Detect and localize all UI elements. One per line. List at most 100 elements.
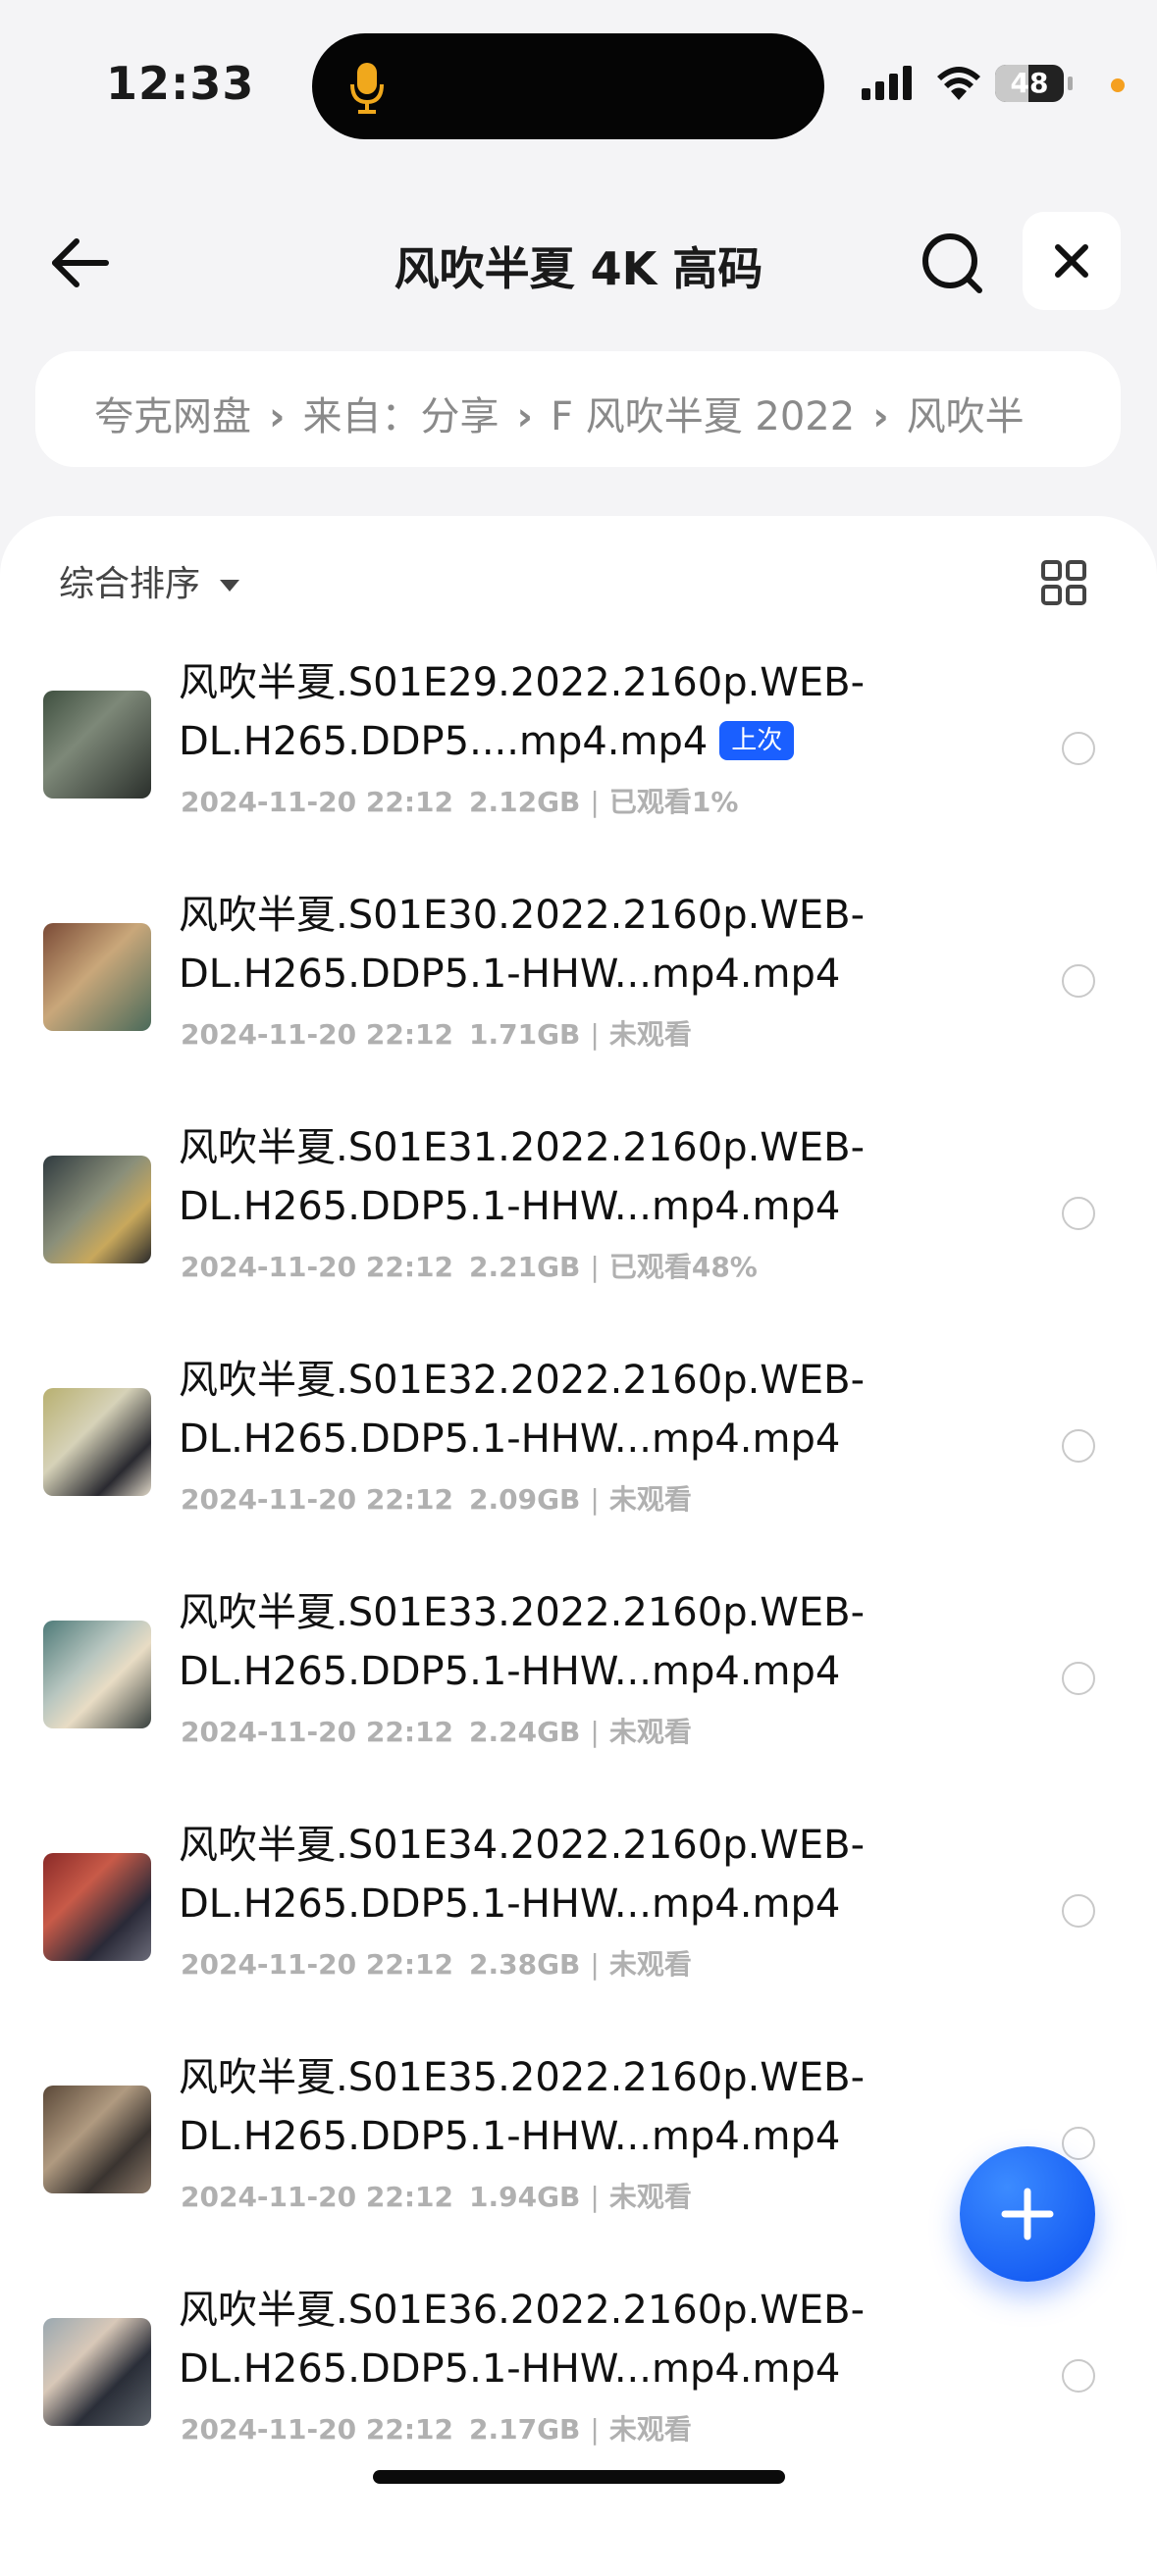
file-meta: 2024-11-20 22:12 1.94GB | 未观看 [181, 2176, 692, 2215]
file-name: 风吹半夏.S01E36.2022.2160p.WEB-DL.H265.DDP5.… [179, 2281, 885, 2398]
file-meta: 2024-11-20 22:12 2.09GB | 未观看 [181, 1478, 692, 1518]
select-radio[interactable] [1062, 2359, 1095, 2393]
file-meta: 2024-11-20 22:12 2.17GB | 未观看 [181, 2408, 692, 2447]
watch-status: 未观看 [608, 2413, 692, 2446]
watch-status: 已观看48% [608, 1251, 758, 1283]
file-name: 风吹半夏.S01E30.2022.2160p.WEB-DL.H265.DDP5.… [179, 886, 885, 1004]
file-size: 2.09GB [468, 1483, 581, 1516]
video-thumbnail [43, 1156, 151, 1263]
meta-divider: | [590, 1716, 600, 1748]
select-radio[interactable] [1062, 1429, 1095, 1463]
battery-tip [1068, 77, 1073, 90]
select-radio[interactable] [1062, 964, 1095, 998]
close-button[interactable] [1023, 212, 1121, 310]
file-name-text: 风吹半夏.S01E30.2022.2160p.WEB-DL.H265.DDP5.… [179, 893, 866, 997]
video-thumbnail [43, 2318, 151, 2426]
file-date: 2024-11-20 22:12 [181, 1483, 453, 1516]
watch-status: 未观看 [608, 2181, 692, 2213]
file-name: 风吹半夏.S01E35.2022.2160p.WEB-DL.H265.DDP5.… [179, 2048, 885, 2166]
file-meta: 2024-11-20 22:12 2.24GB | 未观看 [181, 1711, 692, 1750]
battery-percent: 48 [1010, 67, 1049, 99]
video-thumbnail [43, 1388, 151, 1496]
chevron-right-icon: › [269, 394, 286, 439]
wifi-icon [937, 67, 980, 100]
meta-divider: | [590, 1948, 600, 1981]
status-time: 12:33 [106, 57, 255, 110]
cellular-signal-icon [862, 66, 912, 100]
file-date: 2024-11-20 22:12 [181, 786, 453, 818]
file-name-text: 风吹半夏.S01E34.2022.2160p.WEB-DL.H265.DDP5.… [179, 1823, 866, 1927]
file-meta: 2024-11-20 22:12 1.71GB | 未观看 [181, 1013, 692, 1053]
file-name: 风吹半夏.S01E32.2022.2160p.WEB-DL.H265.DDP5.… [179, 1351, 885, 1468]
breadcrumb-path: 夸克网盘 › 来自：分享 › F 风吹半夏 2022 › 风吹半 [94, 385, 1025, 441]
grid-view-icon[interactable] [1040, 559, 1087, 606]
file-name-text: 风吹半夏.S01E36.2022.2160p.WEB-DL.H265.DDP5.… [179, 2288, 866, 2392]
plus-icon [1001, 2188, 1054, 2241]
select-radio[interactable] [1062, 732, 1095, 765]
breadcrumb-item[interactable]: 夸克网盘 [94, 394, 251, 439]
select-radio[interactable] [1062, 1197, 1095, 1230]
watch-status: 未观看 [608, 1716, 692, 1748]
file-name: 风吹半夏.S01E29.2022.2160p.WEB-DL.H265.DDP5.… [179, 653, 885, 771]
close-icon [1055, 244, 1088, 278]
meta-divider: | [590, 2181, 600, 2213]
add-button[interactable] [960, 2146, 1095, 2282]
meta-divider: | [590, 1483, 600, 1516]
file-size: 2.24GB [468, 1716, 581, 1748]
file-size: 1.71GB [468, 1018, 581, 1051]
breadcrumb-item[interactable]: 来自：分享 [302, 394, 499, 439]
meta-divider: | [590, 2413, 600, 2446]
file-row[interactable]: 风吹半夏.S01E34.2022.2160p.WEB-DL.H265.DDP5.… [0, 1796, 1157, 2029]
file-size: 2.12GB [468, 786, 581, 818]
breadcrumb: 夸克网盘 › 来自：分享 › F 风吹半夏 2022 › 风吹半 [35, 351, 1121, 467]
file-date: 2024-11-20 22:12 [181, 1018, 453, 1051]
file-size: 2.21GB [468, 1251, 581, 1283]
file-name: 风吹半夏.S01E31.2022.2160p.WEB-DL.H265.DDP5.… [179, 1118, 885, 1236]
meta-divider: | [590, 1251, 600, 1283]
sort-dropdown[interactable]: 综合排序 [59, 555, 240, 606]
file-size: 1.94GB [468, 2181, 581, 2213]
select-radio[interactable] [1062, 1662, 1095, 1695]
file-size: 2.38GB [468, 1948, 581, 1981]
file-row[interactable]: 风吹半夏.S01E31.2022.2160p.WEB-DL.H265.DDP5.… [0, 1099, 1157, 1331]
chevron-right-icon: › [516, 394, 533, 439]
file-size: 2.17GB [468, 2413, 581, 2446]
meta-divider: | [590, 786, 600, 818]
home-indicator[interactable] [373, 2470, 785, 2484]
file-meta: 2024-11-20 22:12 2.21GB | 已观看48% [181, 1246, 758, 1285]
file-date: 2024-11-20 22:12 [181, 2181, 453, 2213]
watch-status: 未观看 [608, 1948, 692, 1981]
file-name-text: 风吹半夏.S01E32.2022.2160p.WEB-DL.H265.DDP5.… [179, 1358, 866, 1462]
status-bar: 12:33 48 [0, 0, 1157, 167]
file-date: 2024-11-20 22:12 [181, 2413, 453, 2446]
chevron-right-icon: › [872, 394, 889, 439]
page-title: 风吹半夏 4K 高码 [394, 242, 763, 295]
breadcrumb-item[interactable]: F 风吹半夏 2022 [551, 394, 855, 439]
microphone-icon [350, 63, 384, 114]
watch-status: 已观看1% [608, 786, 739, 818]
back-arrow-icon[interactable] [41, 224, 120, 302]
file-row[interactable]: 风吹半夏.S01E33.2022.2160p.WEB-DL.H265.DDP5.… [0, 1564, 1157, 1796]
video-thumbnail [43, 2086, 151, 2193]
file-name-text: 风吹半夏.S01E33.2022.2160p.WEB-DL.H265.DDP5.… [179, 1590, 866, 1694]
watch-status: 未观看 [608, 1018, 692, 1051]
video-thumbnail [43, 691, 151, 799]
file-name-text: 风吹半夏.S01E31.2022.2160p.WEB-DL.H265.DDP5.… [179, 1125, 866, 1229]
breadcrumb-item[interactable]: 风吹半 [907, 394, 1025, 439]
file-meta: 2024-11-20 22:12 2.38GB | 未观看 [181, 1943, 692, 1983]
last-watched-badge: 上次 [719, 721, 795, 760]
file-row[interactable]: 风吹半夏.S01E32.2022.2160p.WEB-DL.H265.DDP5.… [0, 1331, 1157, 1564]
sort-label: 综合排序 [59, 564, 201, 604]
file-name-text: 风吹半夏.S01E35.2022.2160p.WEB-DL.H265.DDP5.… [179, 2055, 866, 2159]
file-date: 2024-11-20 22:12 [181, 1251, 453, 1283]
header: 风吹半夏 4K 高码 [0, 196, 1157, 334]
file-row[interactable]: 风吹半夏.S01E30.2022.2160p.WEB-DL.H265.DDP5.… [0, 866, 1157, 1099]
file-date: 2024-11-20 22:12 [181, 1948, 453, 1981]
file-row[interactable]: 风吹半夏.S01E29.2022.2160p.WEB-DL.H265.DDP5.… [0, 634, 1157, 866]
file-date: 2024-11-20 22:12 [181, 1716, 453, 1748]
file-name: 风吹半夏.S01E33.2022.2160p.WEB-DL.H265.DDP5.… [179, 1583, 885, 1701]
file-row[interactable]: 风吹半夏.S01E36.2022.2160p.WEB-DL.H265.DDP5.… [0, 2261, 1157, 2494]
search-icon[interactable] [913, 224, 991, 302]
dynamic-island [312, 33, 824, 139]
select-radio[interactable] [1062, 1894, 1095, 1928]
